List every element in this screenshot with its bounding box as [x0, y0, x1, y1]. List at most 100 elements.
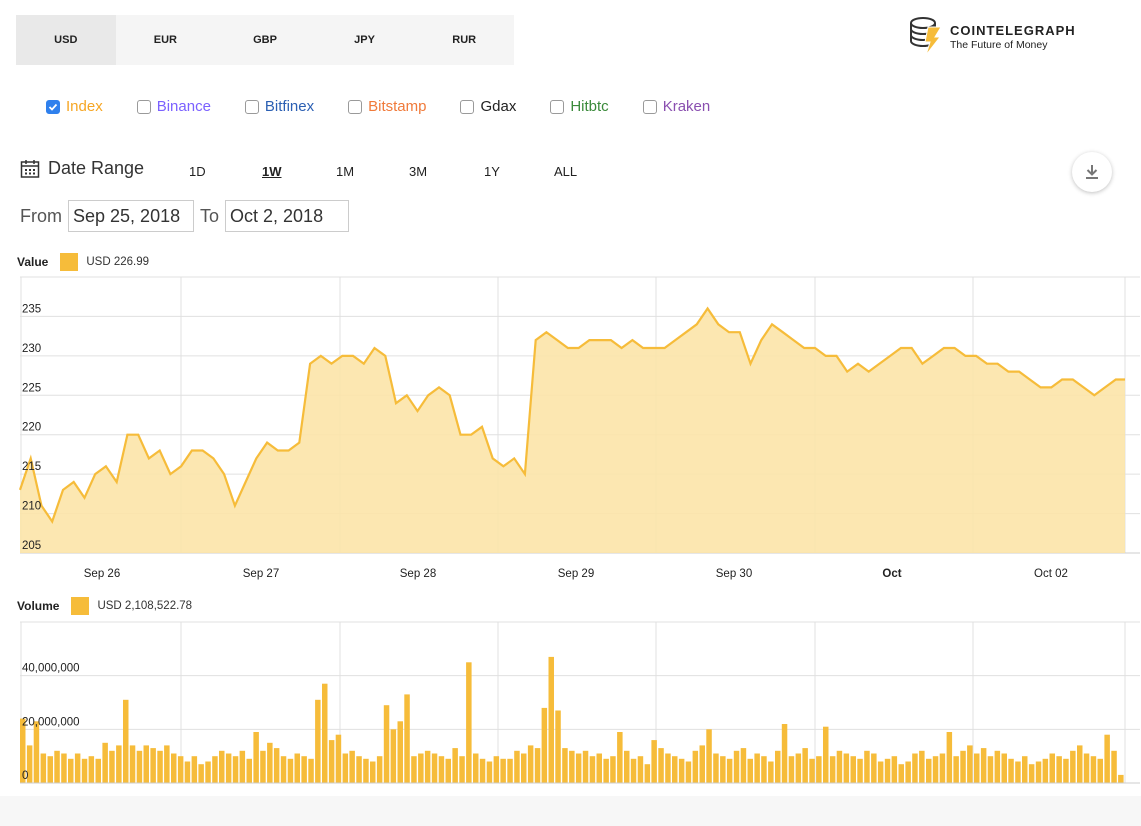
checkbox[interactable]	[550, 99, 565, 114]
volume-bar	[685, 761, 692, 783]
volume-bar	[342, 753, 349, 783]
volume-bar	[864, 750, 870, 783]
to-date-input[interactable]: Oct 2, 2018	[225, 200, 350, 232]
range-option-3m[interactable]: 3M	[409, 164, 427, 179]
volume-bar	[926, 758, 932, 783]
volume-bar	[946, 732, 953, 783]
y-tick-label: 225	[22, 382, 41, 394]
volume-bar	[493, 756, 500, 783]
range-option-1m[interactable]: 1M	[336, 164, 354, 179]
volume-bar	[404, 694, 410, 783]
volume-bar	[850, 756, 856, 783]
volume-bar	[678, 758, 685, 783]
volume-bar	[411, 756, 417, 783]
volume-bar	[624, 750, 630, 783]
volume-bar	[239, 750, 246, 783]
volume-bar	[541, 707, 548, 783]
cointelegraph-logo[interactable]: COINTELEGRAPH The Future of Money	[908, 15, 1076, 59]
volume-bar	[315, 699, 321, 783]
checkbox[interactable]	[348, 99, 363, 114]
volume-bar	[390, 729, 397, 783]
currency-tab-usd[interactable]: USD	[16, 15, 116, 65]
exchange-bitfinex[interactable]: Bitfinex	[244, 98, 314, 115]
volume-bar	[905, 761, 911, 783]
volume-bar	[980, 748, 987, 783]
volume-bar	[1028, 764, 1035, 783]
volume-bar	[932, 756, 939, 783]
volume-bar	[747, 758, 753, 783]
volume-bar	[1070, 750, 1076, 783]
range-option-1y[interactable]: 1Y	[484, 164, 500, 179]
value-swatch	[60, 253, 79, 271]
volume-bar	[157, 750, 163, 783]
brand-title: COINTELEGRAPH	[950, 22, 1076, 38]
from-label: From	[20, 205, 62, 226]
volume-bar	[1056, 756, 1062, 783]
volume-bar	[47, 756, 53, 783]
value-title: Value	[17, 255, 49, 269]
currency-tab-rur[interactable]: RUR	[414, 15, 514, 65]
to-label: To	[200, 205, 220, 226]
x-tick-label: Sep 27	[243, 568, 279, 580]
volume-bar	[40, 753, 47, 783]
volume-bar	[459, 756, 465, 783]
volume-bar	[534, 748, 541, 783]
currency-tab-jpy[interactable]: JPY	[315, 15, 415, 65]
exchange-gdax[interactable]: Gdax	[460, 98, 516, 115]
y-tick-label: 210	[22, 501, 41, 513]
volume-bar	[136, 750, 143, 783]
volume-bar	[438, 756, 445, 783]
volume-bar	[939, 753, 946, 783]
exchange-hitbtc[interactable]: Hitbtc	[550, 98, 609, 115]
checkbox[interactable]	[460, 99, 475, 114]
exchange-index[interactable]: Index	[46, 98, 103, 115]
volume-bar	[500, 758, 506, 783]
volume-bar	[219, 750, 225, 783]
volume-bar	[246, 758, 252, 783]
exchange-kraken[interactable]: Kraken	[642, 98, 710, 115]
from-date-input[interactable]: Sep 25, 2018	[68, 200, 194, 232]
range-option-all[interactable]: ALL	[554, 164, 577, 179]
volume-bar	[479, 758, 486, 783]
brand-subtitle: The Future of Money	[950, 38, 1048, 51]
volume-bar	[486, 761, 493, 783]
y-tick-label: 0	[22, 770, 28, 782]
volume-bar	[88, 756, 95, 783]
volume-bar	[109, 750, 115, 783]
volume-bar	[781, 724, 788, 783]
exchange-bitstamp[interactable]: Bitstamp	[348, 98, 426, 115]
exchange-label: Binance	[156, 98, 211, 115]
x-tick-label: Sep 29	[558, 568, 594, 580]
download-button[interactable]	[1072, 152, 1112, 192]
volume-bar	[891, 756, 898, 783]
currency-tab-eur[interactable]: EUR	[116, 15, 216, 65]
volume-bar	[1111, 750, 1117, 783]
checkbox[interactable]	[136, 99, 151, 114]
checkbox[interactable]	[244, 99, 259, 114]
volume-bar	[555, 710, 561, 783]
currency-tab-gbp[interactable]: GBP	[215, 15, 315, 65]
y-tick-label: 205	[22, 540, 41, 552]
range-option-1w[interactable]: 1W	[262, 164, 282, 179]
download-icon	[1086, 165, 1098, 179]
volume-bar	[418, 753, 424, 783]
volume-bar	[177, 756, 184, 783]
value-legend-label: USD 226.99	[86, 256, 150, 268]
exchange-binance[interactable]: Binance	[136, 98, 211, 115]
volume-bar	[349, 750, 355, 783]
volume-bar	[1042, 758, 1049, 783]
range-option-1d[interactable]: 1D	[189, 164, 206, 179]
volume-bar	[424, 750, 431, 783]
exchange-label: Index	[66, 98, 103, 115]
volume-bar	[596, 753, 602, 783]
volume-bar	[301, 756, 307, 783]
checkbox[interactable]	[46, 99, 60, 114]
volume-bar	[644, 764, 651, 783]
volume-bar	[740, 748, 747, 783]
volume-bar	[191, 756, 198, 783]
volume-bar	[898, 764, 904, 783]
date-range-header: Date Range	[20, 158, 144, 179]
checkbox[interactable]	[642, 99, 657, 114]
currency-tabs: USD EUR GBP JPY RUR	[16, 15, 514, 65]
volume-bar	[225, 753, 232, 783]
